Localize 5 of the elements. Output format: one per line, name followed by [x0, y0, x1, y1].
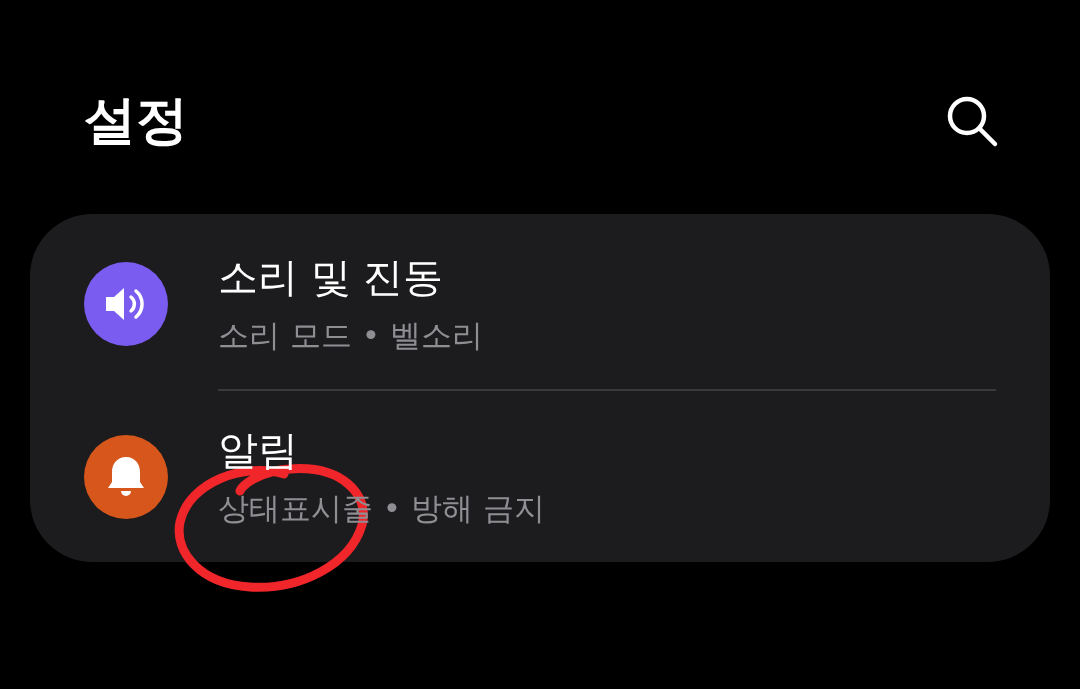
setting-title: 소리 및 진동	[218, 253, 445, 302]
settings-item[interactable]: 소리 및 진동 소리 모드 • 벨소리	[84, 240, 996, 367]
setting-title: 알림	[218, 426, 299, 475]
setting-subtitle: 소리 모드 • 벨소리	[218, 316, 483, 355]
page-title: 설정	[84, 89, 188, 152]
